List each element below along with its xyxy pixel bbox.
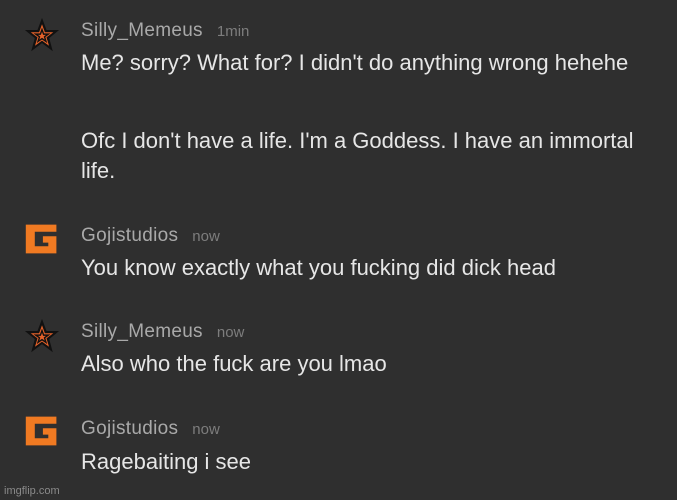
message-text: Ofc I don't have a life. I'm a Goddess. … — [81, 128, 634, 183]
watermark: imgflip.com — [4, 485, 60, 497]
message-text: Also who the fuck are you lmao — [81, 351, 387, 376]
username[interactable]: Silly_Memeus — [81, 20, 203, 41]
message-text: Ragebaiting i see — [81, 449, 252, 474]
orange-star-icon — [24, 318, 60, 353]
orange-star-icon — [24, 17, 60, 52]
avatar[interactable] — [24, 221, 60, 257]
username[interactable]: Gojistudios — [81, 418, 178, 439]
timestamp: now — [192, 228, 220, 245]
username[interactable]: Silly_Memeus — [81, 321, 203, 342]
username[interactable]: Gojistudios — [81, 225, 178, 246]
message-text: You know exactly what you fucking did di… — [81, 255, 556, 280]
timestamp: now — [192, 421, 220, 438]
avatar[interactable] — [24, 17, 60, 53]
gojistudios-g-logo-icon — [25, 224, 57, 254]
avatar[interactable] — [24, 318, 60, 354]
timestamp: now — [216, 324, 245, 341]
timestamp: 1min — [216, 23, 250, 40]
message-text: Me? sorry? What for? I didn't do anythin… — [81, 50, 629, 75]
gojistudios-g-logo-icon — [25, 416, 57, 446]
avatar[interactable] — [24, 413, 60, 449]
